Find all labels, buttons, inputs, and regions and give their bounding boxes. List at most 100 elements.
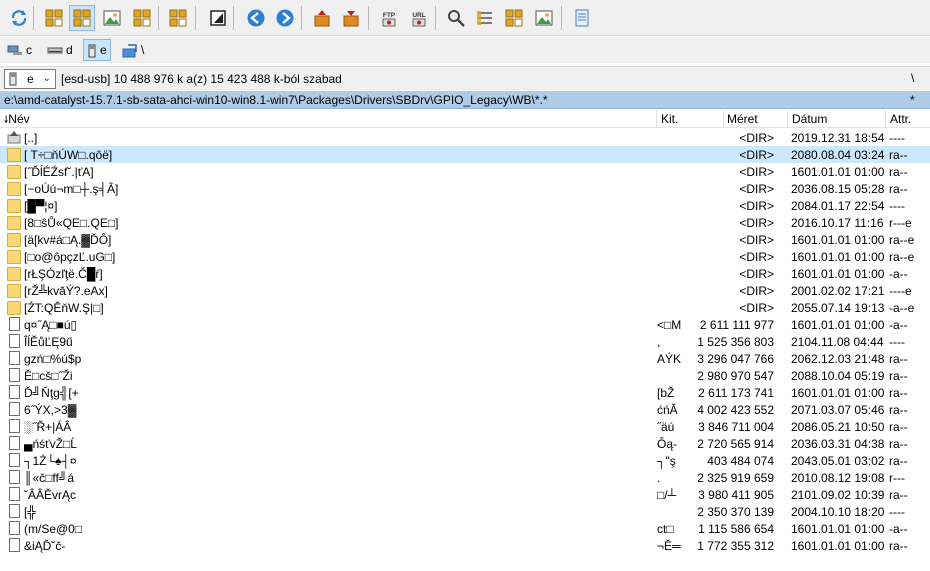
ftp-icon: FTP [379, 8, 399, 28]
file-editor-button[interactable] [531, 5, 557, 31]
refresh-button[interactable] [6, 5, 32, 31]
file-row[interactable]: gzń□%ú$p AÝK 3 296 047 766 2062.12.03 21:48… [0, 350, 930, 367]
column-header-attr[interactable]: Attr. [890, 112, 911, 126]
folder-row[interactable]: [−oÚú¬m□┼.ş╡Â] <DIR> 2036.08.15 05:28 ra-- [0, 180, 930, 197]
hidden-files-button[interactable] [205, 5, 231, 31]
file-ext: AÝK [657, 352, 682, 366]
file-row[interactable]: ˘ÂÂĚvrĄc □/┴ 3 980 411 905 2101.09.02 10:39… [0, 486, 930, 503]
back-button[interactable] [243, 5, 269, 31]
column-divider[interactable] [656, 110, 657, 128]
file-row[interactable]: (m/Se@0□ ct□ 1 115 586 654 1601.01.01 01:00… [0, 520, 930, 537]
sync-dirs-button[interactable] [501, 5, 527, 31]
disk-drive-icon [47, 44, 63, 56]
drive-button-d[interactable]: d [44, 39, 76, 61]
file-attr: ra-- [889, 148, 908, 162]
file-attr: ra-- [889, 437, 908, 451]
toolbar-separator [195, 6, 196, 30]
file-attr: ----e [889, 284, 912, 298]
folder-icon [7, 148, 21, 162]
file-name: [rŁŞÓzľţë.Č█ŕ] [24, 267, 103, 281]
column-header-date[interactable]: Dátum [792, 112, 827, 126]
file-row[interactable]: Ď╝Ňţg╣[+ [bŽ 2 611 173 741 1601.01.01 01:00… [0, 384, 930, 401]
file-row[interactable]: ▄ńśťvŽ□Ĺ Ôą- 2 720 565 914 2036.03.31 04:38… [0, 435, 930, 452]
file-row[interactable]: [╬ 2 350 370 139 2004.10.10 18:20 ---- [0, 503, 930, 520]
drive-select-dropdown[interactable]: e ⌄ [4, 69, 56, 89]
file-name: [ä[kv#á□Ą.▓ĎÔ] [24, 233, 112, 247]
column-divider[interactable] [723, 110, 724, 128]
compare-dirs-button[interactable] [165, 5, 191, 31]
file-row[interactable]: Ě□cš□˝Ži 2 980 970 547 2088.10.04 05:19 ra-… [0, 367, 930, 384]
notepad-button[interactable] [569, 5, 595, 31]
goto-root-button[interactable]: \ [911, 71, 914, 85]
folder-icon [7, 267, 21, 281]
file-date: 1601.01.01 01:00 [791, 165, 885, 179]
file-date: 1601.01.01 01:00 [791, 250, 885, 264]
folder-row[interactable]: [█▀¦¤] <DIR> 2084.01.17 22:54 ---- [0, 197, 930, 214]
drive-button-root[interactable]: \ [119, 39, 147, 61]
file-attr: ra-- [889, 352, 908, 366]
file-name: [ T÷□ňÚW□.qôë] [24, 148, 113, 162]
column-header-name[interactable]: 🠗Név [4, 112, 30, 130]
parent-dir-row[interactable]: [..] <DIR> 2019.12.31 18:54 ---- [0, 129, 930, 146]
file-name: [˝ĎĺÉŹsf˘.|ťA] [24, 165, 94, 179]
folder-icon [7, 165, 21, 179]
column-divider[interactable] [787, 110, 788, 128]
file-icon [9, 504, 20, 518]
chevron-down-icon: ⌄ [42, 73, 51, 84]
folder-row[interactable]: [ T÷□ňÚW□.qôë] <DIR> 2080.08.04 03:24 ra-- [0, 146, 930, 163]
folder-row[interactable]: [ŹT:QĚňW.Ş|□] <DIR> 2055.07.14 19:13 -a--e [0, 299, 930, 316]
file-date: 2071.03.07 05:46 [791, 403, 885, 417]
thumbnail-view-button[interactable] [99, 5, 125, 31]
free-space-text: [esd-usb] 10 488 976 k a(z) 15 423 488 k… [61, 72, 342, 86]
file-size: 1 115 586 654 [698, 522, 774, 536]
column-divider[interactable] [885, 110, 886, 128]
file-size: <DIR> [739, 131, 774, 145]
compare-dirs-icon [168, 8, 188, 28]
file-name: ║«č□ff╝á [24, 471, 75, 485]
file-ext: ┐"ş [657, 454, 676, 468]
file-attr: ra-- [889, 386, 908, 400]
folder-row[interactable]: [rŽ╩kvăÝ?.eAx] <DIR> 2001.02.02 17:21 ----e [0, 282, 930, 299]
drive-button-e[interactable]: e [83, 39, 111, 61]
multi-rename-button[interactable] [472, 5, 498, 31]
column-header-ext[interactable]: Kit. [661, 112, 678, 126]
file-row[interactable]: ║«č□ff╝á. 2 325 919 659 2010.08.12 19:08 r-… [0, 469, 930, 486]
svg-text:URL: URL [412, 12, 425, 19]
file-row[interactable]: q¤˝Ą□■ú▯ <□M 2 611 111 977 1601.01.01 01:00… [0, 316, 930, 333]
full-view-button[interactable] [69, 5, 95, 31]
tree-view-button[interactable] [129, 5, 155, 31]
file-row[interactable]: ┐1Ź└♠┤¤ ┐"ş 403 484 074 2043.05.01 03:02 ra-… [0, 452, 930, 469]
column-header-size[interactable]: Méret [727, 112, 758, 126]
pack-button[interactable] [309, 5, 335, 31]
file-ext: ćńĂ [657, 403, 678, 417]
file-name: [╬ [24, 505, 36, 519]
file-size: 2 980 970 547 [697, 369, 774, 383]
file-attr: ra-- [889, 420, 908, 434]
folder-row[interactable]: [8□ŝŮ«QE□.QE□] <DIR> 2016.10.17 11:16 r---e [0, 214, 930, 231]
forward-button[interactable] [272, 5, 298, 31]
file-row[interactable]: ÎĺĚůĽĘ9ű, 1 525 356 803 2104.11.08 04:44 --… [0, 333, 930, 350]
file-list: [..] <DIR> 2019.12.31 18:54 ----[ T÷□ňÚW□.q… [0, 129, 930, 571]
url-button[interactable]: URL [406, 5, 432, 31]
file-name: [ŹT:QĚňW.Ş|□] [24, 301, 104, 315]
folder-row[interactable]: [rŁŞÓzľţë.Č█ŕ] <DIR> 1601.01.01 01:00 -a-- [0, 265, 930, 282]
file-date: 2010.08.12 19:08 [791, 471, 885, 485]
folder-row[interactable]: [ä[kv#á□Ą.▓ĎÔ] <DIR> 1601.01.01 01:00 ra--e [0, 231, 930, 248]
folder-row[interactable]: [□o@ôpçzĽ.uG□] <DIR> 1601.01.01 01:00 ra--e [0, 248, 930, 265]
drive-button-c[interactable]: c [4, 39, 35, 61]
filter-star[interactable]: * [910, 93, 915, 107]
file-row[interactable]: 6˝ÝX,>3▓ ćńĂ 4 002 423 552 2071.03.07 05:46… [0, 401, 930, 418]
file-name: q¤˝Ą□■ú▯ [24, 318, 78, 332]
file-size: <DIR> [739, 165, 774, 179]
unpack-button[interactable] [338, 5, 364, 31]
file-row[interactable]: ░˝Ř+|ÁÂ ˝äú 3 846 711 004 2086.05.21 10:50 r… [0, 418, 930, 435]
file-icon [9, 317, 20, 331]
ftp-button[interactable]: FTP [376, 5, 402, 31]
search-button[interactable] [443, 5, 469, 31]
file-attr: ra-- [889, 403, 908, 417]
folder-row[interactable]: [˝ĎĺÉŹsf˘.|ťA] <DIR> 1601.01.01 01:00 ra-- [0, 163, 930, 180]
file-row[interactable]: &iĄĎ˘č- ¬Ě═ 1 772 355 312 1601.01.01 01:00 r… [0, 537, 930, 554]
file-attr: -a-- [889, 318, 908, 332]
path-bar[interactable]: e:\amd-catalyst-15.7.1-sb-sata-ahci-win1… [0, 91, 930, 109]
brief-view-button[interactable] [41, 5, 67, 31]
